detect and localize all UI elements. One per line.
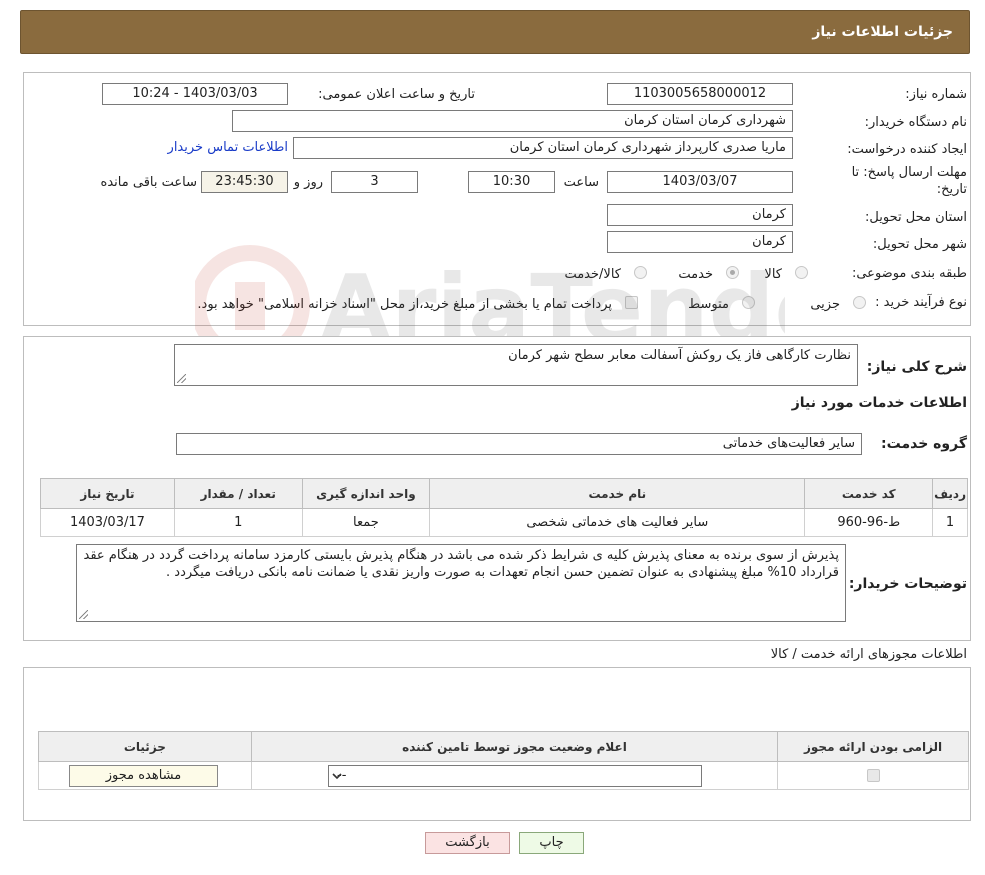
process-option-minor: جزیی xyxy=(810,297,840,312)
print-button[interactable]: چاپ xyxy=(519,832,584,854)
chevron-down-icon xyxy=(329,766,343,786)
creator-label: ایجاد کننده درخواست: xyxy=(847,142,967,157)
col-service-name: نام خدمت xyxy=(429,478,806,509)
days-label: روز و xyxy=(293,175,323,190)
view-permit-button[interactable]: مشاهده مجوز xyxy=(69,765,218,787)
announce-datetime-field: 1403/03/03 - 10:24 xyxy=(102,83,288,105)
category-radio-service[interactable] xyxy=(726,266,739,279)
permits-table-header: الزامی بودن ارائه مجوز اعلام وضعیت مجوز … xyxy=(38,731,969,762)
announce-datetime-label: تاریخ و ساعت اعلان عمومی: xyxy=(318,87,475,102)
services-table-header: ردیف کد خدمت نام خدمت واحد اندازه گیری ت… xyxy=(40,478,968,509)
col-quantity: تعداد / مقدار xyxy=(173,478,303,509)
permit-required-checkbox xyxy=(867,769,881,782)
category-label: طبقه بندی موضوعی: xyxy=(851,266,967,281)
treasury-payment-checkbox[interactable] xyxy=(625,296,638,309)
need-number-field: 1103005658000012 xyxy=(607,83,793,105)
cell-row: 1 xyxy=(932,508,968,537)
deadline-date-field: 1403/03/07 xyxy=(607,171,793,193)
deadline-time-label: ساعت xyxy=(563,175,599,190)
province-label: استان محل تحویل: xyxy=(865,210,967,225)
col-permit-required: الزامی بودن ارائه مجوز xyxy=(777,731,969,762)
buyer-org-field: شهرداری کرمان استان کرمان xyxy=(232,110,793,132)
col-service-code: کد خدمت xyxy=(804,478,934,509)
treasury-payment-note: پرداخت تمام یا بخشی از مبلغ خرید،از محل … xyxy=(197,297,612,312)
permits-section-title: اطلاعات مجوزهای ارائه خدمت / کالا xyxy=(770,647,967,662)
process-label: نوع فرآیند خرید : xyxy=(875,295,967,310)
province-field: کرمان xyxy=(607,204,793,226)
need-description-label: شرح کلی نیاز: xyxy=(866,359,967,375)
permit-status-select[interactable]: -- xyxy=(328,765,702,787)
deadline-label-date: تاریخ: xyxy=(936,182,967,197)
col-need-date: تاریخ نیاز xyxy=(40,478,175,509)
col-permit-details: جزئیات xyxy=(38,731,252,762)
category-option-goods-service: کالا/خدمت xyxy=(564,267,621,282)
deadline-label: مهلت ارسال پاسخ: تا xyxy=(851,165,967,180)
city-label: شهر محل تحویل: xyxy=(872,237,967,252)
city-field: کرمان xyxy=(607,231,793,253)
table-row: 1 ط-96-960 سایر فعالیت های خدماتی شخصی ج… xyxy=(40,508,968,537)
buyer-notes-text: پذیرش از سوی برنده به معنای پذیرش کلیه ی… xyxy=(83,548,839,580)
process-radio-minor[interactable] xyxy=(853,296,866,309)
services-section-title: اطلاعات خدمات مورد نیاز xyxy=(791,395,967,411)
remaining-time-field: 23:45:30 xyxy=(201,171,288,193)
cell-service-name: سایر فعالیت های خدماتی شخصی xyxy=(429,508,806,537)
process-radio-medium[interactable] xyxy=(742,296,755,309)
col-row: ردیف xyxy=(932,478,968,509)
category-option-goods: کالا xyxy=(764,267,782,282)
remaining-label: ساعت باقی مانده xyxy=(100,175,197,190)
buyer-contact-link[interactable]: اطلاعات تماس خریدار xyxy=(168,140,288,155)
buyer-notes-field: پذیرش از سوی برنده به معنای پذیرش کلیه ی… xyxy=(76,544,846,622)
need-description-field: نظارت کارگاهی فاز یک روکش آسفالت معابر س… xyxy=(174,344,858,386)
page-title: جزئیات اطلاعات نیاز xyxy=(812,24,953,40)
back-button[interactable]: بازگشت xyxy=(425,832,510,854)
col-unit: واحد اندازه گیری xyxy=(301,478,431,509)
category-option-service: خدمت xyxy=(678,267,713,282)
cell-service-code: ط-96-960 xyxy=(804,508,934,537)
days-field: 3 xyxy=(331,171,418,193)
deadline-time-field: 10:30 xyxy=(468,171,555,193)
col-permit-status: اعلام وضعیت مجوز توسط تامین کننده xyxy=(250,731,779,762)
buyer-notes-label: توضیحات خریدار: xyxy=(848,576,967,592)
buyer-org-label: نام دستگاه خریدار: xyxy=(864,115,967,130)
resize-grip-icon[interactable] xyxy=(79,610,88,619)
category-radio-goods[interactable] xyxy=(795,266,808,279)
service-group-field: سایر فعالیت‌های خدماتی xyxy=(176,433,862,455)
category-radio-goods-service[interactable] xyxy=(634,266,647,279)
service-group-label: گروه خدمت: xyxy=(881,436,967,452)
need-description-text: نظارت کارگاهی فاز یک روکش آسفالت معابر س… xyxy=(508,348,851,363)
cell-need-date: 1403/03/17 xyxy=(40,508,175,537)
page-header: جزئیات اطلاعات نیاز xyxy=(20,10,970,54)
cell-unit: جمعا xyxy=(301,508,431,537)
process-option-medium: متوسط xyxy=(688,297,729,312)
cell-permit-required xyxy=(777,761,969,790)
cell-quantity: 1 xyxy=(173,508,303,537)
creator-field: ماریا صدری کارپرداز شهرداری کرمان استان … xyxy=(293,137,793,159)
need-number-label: شماره نیاز: xyxy=(905,87,967,102)
resize-grip-icon[interactable] xyxy=(177,374,186,383)
services-table: ردیف کد خدمت نام خدمت واحد اندازه گیری ت… xyxy=(40,478,968,537)
